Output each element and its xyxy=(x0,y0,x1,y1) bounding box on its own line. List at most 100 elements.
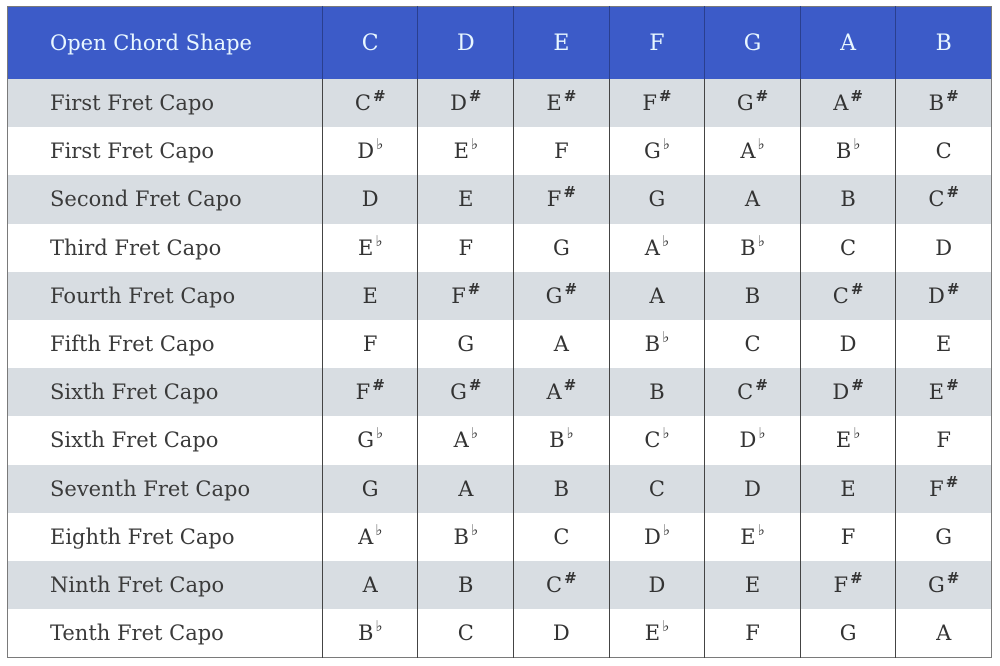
chord-note: C xyxy=(457,621,474,646)
chord-note: F xyxy=(833,572,849,597)
chord-cell: D # xyxy=(895,271,992,320)
capo-chord-table: Open Chord Shape CDEFGAB First Fret Capo… xyxy=(7,6,992,659)
sharp-icon: # xyxy=(945,472,959,491)
chord-cell: F # xyxy=(895,464,992,513)
chord-note: B xyxy=(835,139,852,164)
chord-note: B xyxy=(549,428,565,453)
chord-cell: B xyxy=(608,368,705,417)
chord-note: G xyxy=(935,524,953,549)
chord-cell: B xyxy=(513,464,610,513)
sharp-icon: # xyxy=(563,183,576,202)
chord-note: A xyxy=(358,524,374,549)
table-row: Eighth Fret Capo A ♭ B ♭ C D ♭ E ♭ F G xyxy=(7,512,992,561)
chord-cell: F # xyxy=(417,271,514,320)
table-row: Tenth Fret Capo B ♭ C D E ♭ F G A xyxy=(7,609,992,658)
table-row: First Fret Capo D ♭ E ♭ F G ♭ A ♭ B ♭ C xyxy=(7,127,992,176)
flat-icon: ♭ xyxy=(662,520,670,539)
chord-cell: C xyxy=(608,464,705,513)
chord-note: D xyxy=(832,380,850,405)
chord-note: F xyxy=(642,91,657,116)
flat-icon: ♭ xyxy=(470,424,478,443)
chord-cell: G xyxy=(321,464,418,513)
sharp-icon: # xyxy=(564,568,577,587)
chord-note: E xyxy=(744,572,761,597)
chord-cell: B ♭ xyxy=(704,223,801,272)
chord-note: A xyxy=(553,332,569,357)
chord-cell: C # xyxy=(321,79,418,128)
chord-note: C xyxy=(744,332,761,357)
sharp-icon: # xyxy=(467,279,481,298)
chord-note: B xyxy=(553,476,570,501)
sharp-icon: # xyxy=(372,87,386,106)
row-label: Third Fret Capo xyxy=(7,223,323,272)
chord-note: E xyxy=(357,235,374,260)
chord-note: G xyxy=(545,283,563,308)
flat-icon: ♭ xyxy=(566,424,574,443)
chord-note: F xyxy=(745,621,760,646)
flat-icon: ♭ xyxy=(470,135,478,154)
chord-note: A xyxy=(833,91,849,116)
row-label: Fifth Fret Capo xyxy=(7,319,323,369)
sharp-icon: # xyxy=(850,87,863,106)
chord-cell: C # xyxy=(704,368,801,417)
table-row: Fourth Fret Capo E F # G # A B C # D # xyxy=(7,271,992,320)
chord-cell: D # xyxy=(799,368,896,417)
flat-icon: ♭ xyxy=(662,135,670,154)
chord-cell: G ♭ xyxy=(608,127,705,176)
chord-cell: F # xyxy=(513,175,610,224)
header-key: B xyxy=(895,6,992,79)
chord-note: D xyxy=(552,621,570,646)
chord-note: F xyxy=(451,283,466,308)
flat-icon: ♭ xyxy=(375,617,383,636)
sharp-icon: # xyxy=(946,376,959,395)
chord-note: F xyxy=(929,476,944,501)
chord-cell: C # xyxy=(799,271,896,320)
chord-note: E xyxy=(644,621,661,646)
chord-cell: D ♭ xyxy=(704,416,801,465)
chord-cell: B xyxy=(799,175,896,224)
chord-note: G xyxy=(450,380,467,405)
chord-cell: B # xyxy=(895,79,992,128)
flat-icon: ♭ xyxy=(853,135,861,154)
table-row: Sixth Fret Capo G ♭ A ♭ B ♭ C ♭ D ♭ E ♭ F xyxy=(7,416,992,465)
chord-cell: B xyxy=(704,271,801,320)
flat-icon: ♭ xyxy=(376,135,384,154)
table-row: Seventh Fret Capo G A B C D E F # xyxy=(7,464,992,513)
chord-cell: F # xyxy=(321,368,418,417)
flat-icon: ♭ xyxy=(757,135,765,154)
chord-note: A xyxy=(546,380,562,405)
chord-cell: D ♭ xyxy=(608,512,705,561)
chord-cell: G # xyxy=(417,368,514,417)
chord-note: B xyxy=(840,187,856,212)
chord-cell: A ♭ xyxy=(704,127,801,176)
chord-note: F xyxy=(840,524,856,549)
sharp-icon: # xyxy=(564,279,578,298)
chord-note: G xyxy=(648,187,666,212)
chord-cell: E xyxy=(704,560,801,610)
flat-icon: ♭ xyxy=(758,424,766,443)
chord-note: E xyxy=(840,476,856,501)
chord-cell: D xyxy=(608,560,705,610)
chord-note: C xyxy=(928,187,945,212)
chord-cell: D xyxy=(895,223,992,272)
chord-note: A xyxy=(453,428,469,453)
chord-note: D xyxy=(739,428,757,453)
chord-note: D xyxy=(357,139,375,164)
chord-cell: G # xyxy=(513,271,610,320)
header-key: G xyxy=(704,6,801,79)
header-key: F xyxy=(608,6,705,79)
chord-note: D xyxy=(648,572,666,597)
chord-note: G xyxy=(357,428,375,453)
chord-cell: C xyxy=(895,127,992,176)
chord-cell: E xyxy=(321,271,418,320)
sharp-icon: # xyxy=(851,376,864,395)
chord-note: D xyxy=(450,91,467,116)
row-label: First Fret Capo xyxy=(7,79,323,128)
row-label: Seventh Fret Capo xyxy=(7,464,323,513)
chord-cell: A # xyxy=(513,368,610,417)
sharp-icon: # xyxy=(850,279,864,298)
chord-note: C xyxy=(737,380,754,405)
chord-note: A xyxy=(362,572,378,597)
row-label: Tenth Fret Capo xyxy=(7,609,323,658)
sharp-icon: # xyxy=(468,87,482,106)
